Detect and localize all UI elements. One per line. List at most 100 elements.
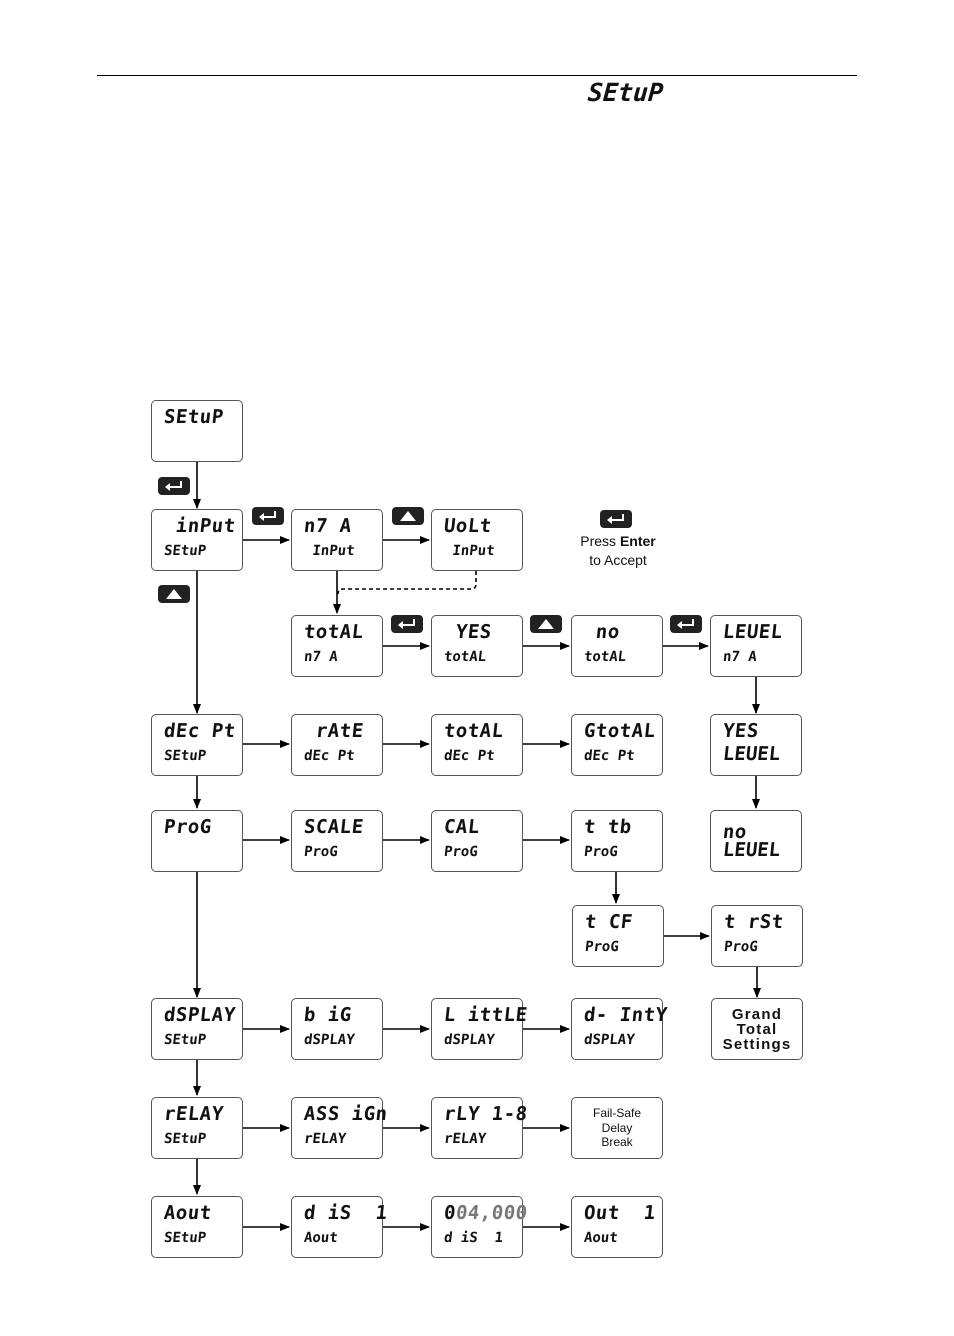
box-t-rst: t rSt ProG	[711, 905, 803, 967]
box-line1: LEUEL	[721, 621, 784, 643]
box-line1: n7 A	[302, 515, 353, 537]
box-line1: d iS 1	[302, 1202, 389, 1224]
box-line2: ProG	[723, 939, 759, 955]
box-line1: ASS iGn	[302, 1103, 389, 1125]
box-line2: Aout	[583, 1230, 619, 1246]
box-relay: rELAY SEtuP	[151, 1097, 243, 1159]
enter-key-icon	[398, 619, 415, 629]
box-line2: dSPLAY	[583, 1032, 636, 1048]
box-little: L ittLE dSPLAY	[431, 998, 529, 1060]
box-line1: ProG	[162, 816, 213, 838]
box-line1: Aout	[162, 1202, 213, 1224]
enter-key-4[interactable]	[670, 615, 702, 633]
box-line2: SEtuP	[163, 543, 207, 559]
box-ma: n7 A InPut	[291, 509, 383, 571]
box-gtotal-dec: GtotAL dEc Pt	[571, 714, 663, 776]
box-d-inty: d- IntY dSPLAY	[571, 998, 669, 1060]
box-line1: no	[582, 621, 621, 643]
box-no-total: no totAL	[571, 615, 663, 677]
box-no-level: no LEUEL	[710, 810, 802, 872]
box-line2: dEc Pt	[443, 748, 496, 764]
grand-total-settings-label: Grand Total Settings	[722, 1005, 792, 1053]
box-yes-level: YES LEUEL	[710, 714, 802, 776]
box-line2: rELAY	[443, 1131, 487, 1147]
box-line2: SEtuP	[163, 1032, 207, 1048]
box-big: b iG dSPLAY	[291, 998, 383, 1060]
box-line2: InPut	[443, 543, 496, 559]
box-line1: CAL	[442, 816, 481, 838]
box-display-value: 004,000 d iS 1	[431, 1196, 529, 1258]
box-aout: Aout SEtuP	[151, 1196, 243, 1258]
enter-key-icon	[165, 481, 182, 491]
box-line2: totAL	[443, 649, 487, 665]
legend-prefix: Press	[580, 533, 620, 549]
box-total-dec: totAL dEc Pt	[431, 714, 523, 776]
box-line2: SEtuP	[163, 1131, 207, 1147]
box-line2: rELAY	[303, 1131, 347, 1147]
box-volt: UoLt InPut	[431, 509, 523, 571]
box-line1: YES	[442, 621, 493, 643]
box-cal: CAL ProG	[431, 810, 523, 872]
box-line1: totAL	[302, 621, 365, 643]
up-key-1[interactable]	[158, 585, 190, 603]
box-line2: ProG	[583, 844, 619, 860]
enter-key-icon	[259, 511, 276, 521]
box-line2: LEUEL	[721, 839, 782, 861]
box-line1: t rSt	[722, 911, 785, 933]
box-line2: Aout	[303, 1230, 339, 1246]
box-out1: Out 1 Aout	[571, 1196, 663, 1258]
box-line2: totAL	[583, 649, 627, 665]
display-value: 004,000	[443, 1202, 529, 1224]
box-total: totAL n7 A	[291, 615, 383, 677]
box-line1: rAtE	[302, 720, 365, 742]
box-line1: YES	[721, 720, 760, 742]
box-line1: UoLt	[442, 515, 493, 537]
enter-key-1[interactable]	[158, 477, 190, 495]
box-line1: d- IntY	[582, 1004, 669, 1026]
up-arrow-icon	[166, 589, 182, 599]
box-line2: n7 A	[722, 649, 758, 665]
box-t-cf: t CF ProG	[572, 905, 664, 967]
enter-key-2[interactable]	[252, 507, 284, 525]
box-setup: SEtuP	[151, 400, 243, 462]
box-line2: dEc Pt	[303, 748, 356, 764]
box-rly: rLY 1-8 rELAY	[431, 1097, 529, 1159]
box-line1: GtotAL	[582, 720, 657, 742]
box-line1: Out 1	[582, 1202, 657, 1224]
up-arrow-icon	[538, 619, 554, 629]
box-grand-total-settings: Grand Total Settings	[711, 998, 803, 1060]
box-line1: SCALE	[302, 816, 365, 838]
failsafe-delay-break-label: Fail-Safe Delay Break	[592, 1106, 642, 1150]
up-arrow-icon	[400, 511, 416, 521]
box-prog: ProG	[151, 810, 243, 872]
box-line1: L ittLE	[442, 1004, 529, 1026]
enter-key-3[interactable]	[391, 615, 423, 633]
up-key-2[interactable]	[392, 507, 424, 525]
box-line1: t tb	[582, 816, 633, 838]
legend-text: Press Enter to Accept	[563, 532, 673, 570]
legend-enter-word: Enter	[619, 533, 656, 549]
box-dis1: d iS 1 Aout	[291, 1196, 389, 1258]
box-line2: ProG	[443, 844, 479, 860]
box-line1: rLY 1-8	[442, 1103, 529, 1125]
box-rate: rAtE dEc Pt	[291, 714, 383, 776]
box-yes-total: YES totAL	[431, 615, 523, 677]
box-dec-pt: dEc Pt SEtuP	[151, 714, 243, 776]
box-level: LEUEL n7 A	[710, 615, 802, 677]
box-line2: LEUEL	[721, 743, 782, 765]
box-line1: SEtuP	[162, 406, 225, 428]
dashed-volt-total	[337, 571, 477, 595]
legend-line2: to Accept	[589, 552, 647, 568]
box-line1: dEc Pt	[162, 720, 237, 742]
box-t-tb: t tb ProG	[571, 810, 663, 872]
box-line1: totAL	[442, 720, 505, 742]
enter-key-icon	[607, 514, 624, 524]
box-line1: inPut	[162, 515, 237, 537]
box-line2: ProG	[303, 844, 339, 860]
box-line2: ProG	[584, 939, 620, 955]
box-line2: SEtuP	[163, 748, 207, 764]
box-dsplay: dSPLAY SEtuP	[151, 998, 243, 1060]
box-line1: b iG	[302, 1004, 353, 1026]
box-line2: dEc Pt	[583, 748, 636, 764]
up-key-3[interactable]	[530, 615, 562, 633]
